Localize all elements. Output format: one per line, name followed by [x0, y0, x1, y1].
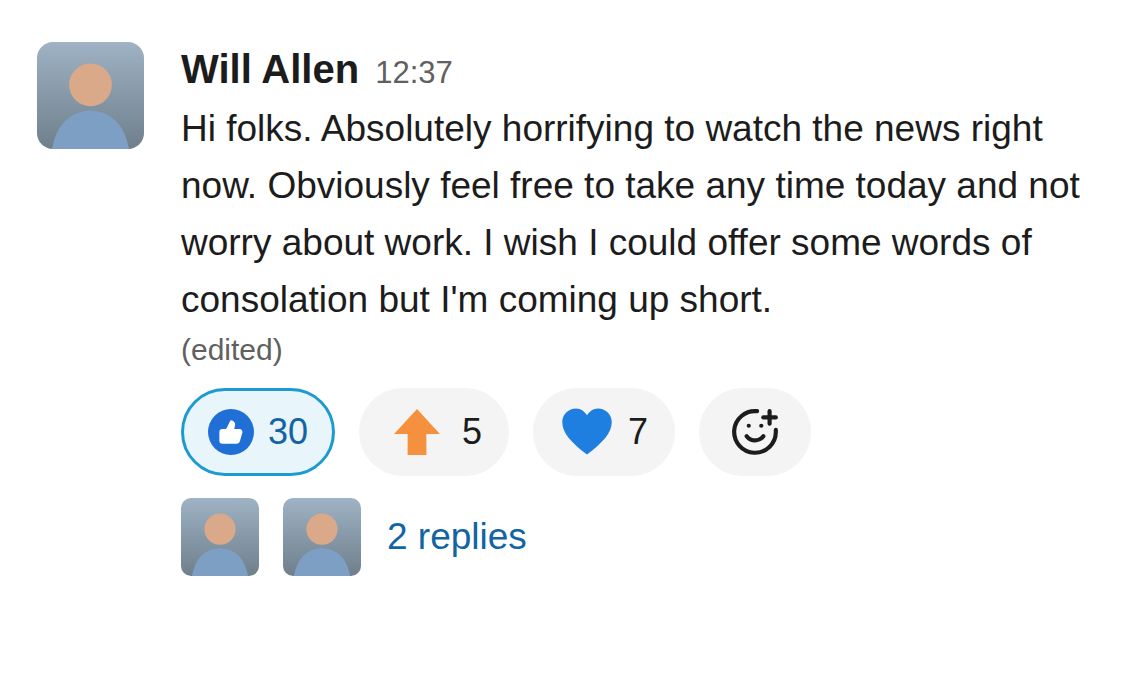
message-header: Will Allen 12:37	[181, 42, 1105, 100]
thread-replies[interactable]: 2 replies	[181, 498, 1105, 576]
reaction-pill[interactable]: 30	[181, 388, 335, 476]
reaction-pill[interactable]: 7	[533, 388, 675, 476]
reactions-bar: 30 5 7	[181, 388, 1105, 476]
message-body: Will Allen 12:37Hi folks. Absolutely horr…	[181, 42, 1105, 700]
thumbs-up-icon	[208, 409, 254, 455]
up-arrow-icon	[386, 407, 448, 457]
person-icon	[283, 498, 361, 576]
slack-message: Will Allen 12:37Hi folks. Absolutely horr…	[0, 0, 1125, 700]
blue-heart-icon	[560, 407, 614, 457]
add-emoji-icon	[730, 407, 780, 457]
person-icon	[181, 498, 259, 576]
author-name[interactable]: Will Allen	[181, 42, 359, 96]
message-time[interactable]: 12:37	[375, 46, 453, 100]
reply-avatar	[181, 498, 259, 576]
reaction-count: 30	[268, 405, 308, 459]
person-icon	[37, 42, 144, 149]
message-text: Hi folks. Absolutely horrifying to watch…	[181, 100, 1096, 328]
reaction-pill[interactable]: 5	[359, 388, 509, 476]
edited-label: (edited)	[181, 328, 1105, 372]
reaction-count: 5	[462, 405, 482, 459]
author-avatar	[37, 42, 144, 149]
add-reaction-button[interactable]	[699, 388, 811, 476]
reaction-count: 7	[628, 405, 648, 459]
reply-avatar	[283, 498, 361, 576]
replies-link[interactable]: 2 replies	[387, 509, 527, 565]
